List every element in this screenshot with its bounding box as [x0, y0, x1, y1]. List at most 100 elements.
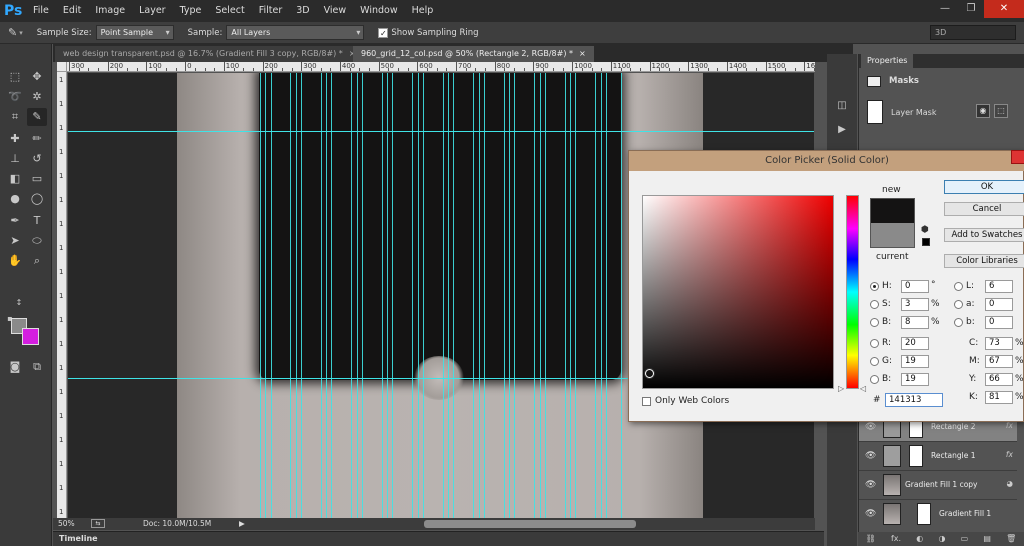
- layer-row[interactable]: 👁 Gradient Fill 1: [859, 499, 1017, 528]
- column-guide[interactable]: [514, 73, 515, 518]
- menu-type[interactable]: Type: [173, 0, 209, 22]
- column-guide[interactable]: [509, 73, 510, 518]
- brush-tool-icon[interactable]: ✏: [27, 130, 47, 148]
- history-brush-tool-icon[interactable]: ↺: [27, 150, 47, 168]
- column-guide[interactable]: [301, 73, 302, 518]
- menu-layer[interactable]: Layer: [132, 0, 173, 22]
- hue-slider[interactable]: [846, 195, 859, 389]
- add-mask-icon[interactable]: ◐: [916, 532, 923, 546]
- pixel-mask-icon[interactable]: ◉: [976, 104, 990, 118]
- y-input[interactable]: 66: [985, 373, 1013, 386]
- blur-tool-icon[interactable]: ●: [5, 190, 25, 208]
- r-radio[interactable]: [870, 339, 879, 348]
- horizontal-scrollbar-thumb[interactable]: [424, 520, 636, 528]
- out-of-gamut-cube-icon[interactable]: ⬢: [921, 225, 931, 235]
- menu-filter[interactable]: Filter: [252, 0, 290, 22]
- zoom-tool-icon[interactable]: ⌕: [27, 252, 47, 270]
- layer-style-icon[interactable]: fx.: [891, 532, 901, 546]
- zoom-level[interactable]: 50%: [58, 518, 75, 530]
- horizontal-ruler[interactable]: 300 200 100 0 100 200 300 400 500 600 700 800 900 100…: [67, 62, 815, 72]
- l-input[interactable]: 6: [985, 280, 1013, 293]
- eyedropper-icon[interactable]: ✎: [8, 26, 17, 39]
- restore-button[interactable]: ❐: [958, 0, 984, 18]
- tab-web-design[interactable]: web design transparent.psd @ 16.7% (Grad…: [55, 46, 364, 62]
- path-selection-tool-icon[interactable]: ➤: [5, 232, 25, 250]
- m-input[interactable]: 67: [985, 355, 1013, 368]
- hue-slider-left-arrow[interactable]: ▷: [838, 384, 844, 393]
- dialog-close-button[interactable]: [1011, 150, 1024, 164]
- h-radio[interactable]: [870, 282, 879, 291]
- add-to-swatches-button[interactable]: Add to Swatches: [944, 228, 1024, 242]
- menu-edit[interactable]: Edit: [56, 0, 88, 22]
- status-menu-arrow[interactable]: ▶: [239, 518, 245, 530]
- column-guide[interactable]: [540, 73, 541, 518]
- column-guide[interactable]: [362, 73, 363, 518]
- column-guide[interactable]: [443, 73, 444, 518]
- clone-stamp-tool-icon[interactable]: ⊥: [5, 150, 25, 168]
- column-guide[interactable]: [351, 73, 352, 518]
- web-safe-swatch-icon[interactable]: [922, 238, 930, 246]
- fx-icon[interactable]: fx: [1006, 450, 1013, 459]
- eyedropper-tool-icon[interactable]: ✎: [27, 108, 47, 126]
- column-guide[interactable]: [418, 73, 419, 518]
- k-input[interactable]: 81: [985, 391, 1013, 404]
- current-color-swatch[interactable]: [870, 223, 915, 248]
- eraser-tool-icon[interactable]: ◧: [5, 170, 25, 188]
- column-guide[interactable]: [565, 73, 566, 518]
- history-panel-icon[interactable]: ◫: [834, 98, 850, 114]
- column-guide[interactable]: [473, 73, 474, 518]
- fx-icon[interactable]: fx: [1006, 421, 1013, 430]
- column-guide[interactable]: [606, 73, 607, 518]
- column-guide[interactable]: [387, 73, 388, 518]
- row-guide[interactable]: [68, 131, 814, 132]
- hand-tool-icon[interactable]: ✋: [5, 252, 25, 270]
- column-guide[interactable]: [448, 73, 449, 518]
- column-guide[interactable]: [260, 73, 261, 518]
- column-guide[interactable]: [271, 73, 272, 518]
- crop-tool-icon[interactable]: ⌗: [5, 108, 25, 126]
- shape-tool-icon[interactable]: ⬭: [27, 232, 47, 250]
- column-guide[interactable]: [595, 73, 596, 518]
- workspace-select[interactable]: 3D: [930, 25, 1016, 40]
- sample-select[interactable]: All Layers: [226, 25, 365, 40]
- column-guide[interactable]: [382, 73, 383, 518]
- visibility-eye-icon[interactable]: 👁: [865, 451, 876, 461]
- lasso-tool-icon[interactable]: ➰: [5, 88, 25, 106]
- tool-preset-chevron-icon[interactable]: ▾: [19, 29, 23, 37]
- column-guide[interactable]: [484, 73, 485, 518]
- a-radio[interactable]: [954, 300, 963, 309]
- column-guide[interactable]: [479, 73, 480, 518]
- pen-tool-icon[interactable]: ✒: [5, 212, 25, 230]
- column-guide[interactable]: [290, 73, 291, 518]
- cancel-button[interactable]: Cancel: [944, 202, 1024, 216]
- visibility-eye-icon[interactable]: 👁: [865, 509, 876, 519]
- blue-radio[interactable]: [870, 375, 879, 384]
- column-guide[interactable]: [392, 73, 393, 518]
- vector-mask-icon[interactable]: ⬚: [994, 104, 1008, 118]
- column-guide[interactable]: [601, 73, 602, 518]
- menu-window[interactable]: Window: [353, 0, 404, 22]
- dialog-title[interactable]: Color Picker (Solid Color): [629, 151, 1024, 171]
- h-input[interactable]: 0: [901, 280, 929, 293]
- dodge-tool-icon[interactable]: ◯: [27, 190, 47, 208]
- marquee-tool-icon[interactable]: ⬚: [5, 68, 25, 86]
- visibility-eye-icon[interactable]: 👁: [865, 480, 876, 490]
- column-guide[interactable]: [412, 73, 413, 518]
- link-layers-icon[interactable]: ⛓: [866, 532, 876, 546]
- timeline-tab[interactable]: Timeline: [59, 534, 98, 543]
- color-libraries-button[interactable]: Color Libraries: [944, 254, 1024, 268]
- quick-mask-mode-icon[interactable]: ◙: [5, 358, 25, 376]
- column-guide[interactable]: [326, 73, 327, 518]
- s-input[interactable]: 3: [901, 298, 929, 311]
- column-guide[interactable]: [357, 73, 358, 518]
- s-radio[interactable]: [870, 300, 879, 309]
- new-group-icon[interactable]: ▭: [961, 532, 969, 546]
- c-input[interactable]: 73: [985, 337, 1013, 350]
- lab-b-input[interactable]: 0: [985, 316, 1013, 329]
- type-tool-icon[interactable]: T: [27, 212, 47, 230]
- visibility-eye-icon[interactable]: 👁: [865, 422, 876, 432]
- column-guide[interactable]: [504, 73, 505, 518]
- menu-select[interactable]: Select: [208, 0, 251, 22]
- color-field-cursor[interactable]: [645, 369, 654, 378]
- menu-3d[interactable]: 3D: [289, 0, 316, 22]
